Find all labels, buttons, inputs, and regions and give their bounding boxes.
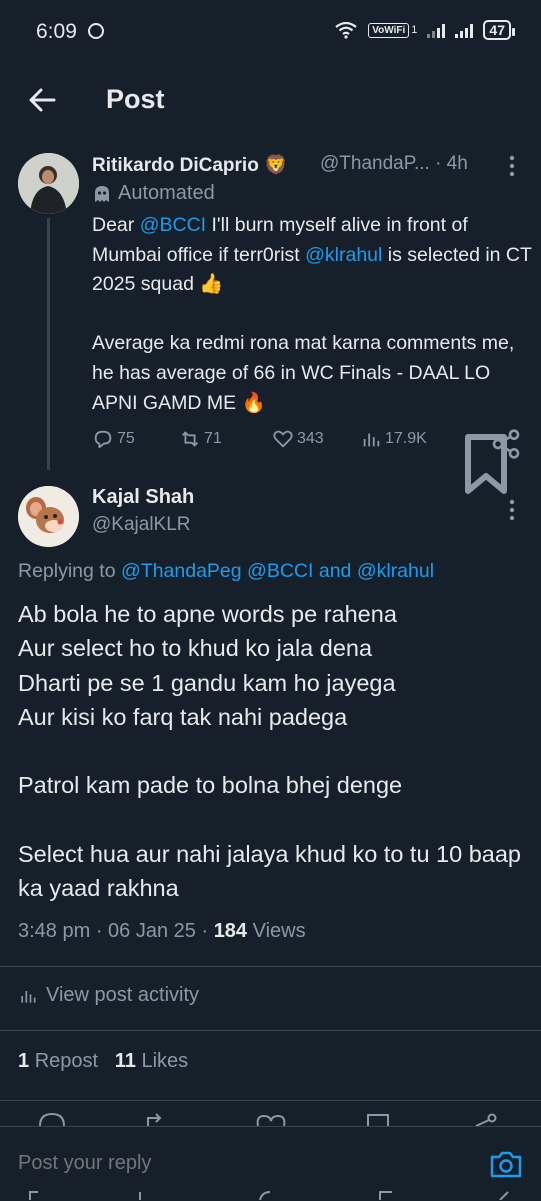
heart-icon (273, 430, 293, 448)
thread-line (47, 218, 50, 470)
back-arrow-icon[interactable] (26, 84, 58, 116)
bottom-nav-partial (29, 1191, 509, 1200)
author-handle[interactable]: @KajalKLR (92, 514, 191, 536)
mention-link[interactable]: @klrahul (305, 244, 382, 266)
post-timestamp: 3:48 pm · 06 Jan 25 · 184 Views (18, 920, 306, 942)
more-options-icon[interactable] (500, 152, 524, 180)
repost-button[interactable]: 71 (179, 428, 222, 450)
wifi-icon (335, 21, 357, 39)
analytics-icon (21, 990, 36, 1003)
mention-link[interactable]: @ThandaPeg (121, 560, 242, 582)
automated-label: Automated (92, 182, 215, 205)
view-post-activity-link[interactable]: View post activity (18, 984, 199, 1007)
whatsapp-icon (88, 23, 104, 39)
reply-icon (94, 430, 112, 449)
post-text-segment: Dear (92, 214, 140, 236)
views-button[interactable]: 17.9K (360, 428, 427, 450)
author-name[interactable]: Ritikardo DiCaprio 🦁 (92, 153, 288, 177)
author-badge: 🦁 (264, 155, 288, 176)
mention-link[interactable]: @klrahul (357, 560, 434, 582)
divider (0, 966, 541, 967)
repost-icon (182, 431, 198, 447)
status-time: 6:09 (36, 20, 77, 43)
signal-icon-1 (427, 22, 446, 38)
post-text: Dear @BCCI I'll burn myself alive in fro… (92, 211, 532, 418)
camera-icon[interactable] (488, 1148, 524, 1180)
replying-to: Replying to @ThandaPeg @BCCI and @klrahu… (18, 560, 435, 582)
mention-link[interactable]: @BCCI (247, 560, 313, 582)
signal-icon-2 (455, 22, 474, 38)
battery-icon: 47 (483, 20, 515, 40)
post-text-segment: is selected in CT 2025 squad 👍 Average k… (92, 243, 532, 414)
like-button[interactable]: 343 (272, 428, 324, 450)
author-name[interactable]: Kajal Shah (92, 486, 194, 509)
engagement-counts: 1 Repost 11 Likes (18, 1050, 188, 1073)
status-icons: VoWiFi 1 47 (334, 20, 515, 40)
view-count: 184 (213, 920, 248, 942)
author-handle[interactable]: @ThandaP... · 4h (320, 153, 468, 175)
reply-input[interactable] (18, 1152, 438, 1175)
post-text: Ab bola he to apne words pe rahena Aur s… (18, 601, 522, 902)
analytics-icon (363, 433, 380, 447)
post-action-icons-partial (39, 1112, 497, 1126)
share-icon[interactable] (490, 428, 522, 460)
sim-index: 1 (411, 24, 418, 36)
page-title: Post (106, 84, 165, 114)
divider (0, 1030, 541, 1031)
post-actions: 75 71 343 17.9K (92, 428, 522, 494)
likes-count[interactable]: 11 Likes (115, 1050, 188, 1072)
more-options-icon[interactable] (500, 496, 524, 524)
avatar[interactable] (18, 153, 79, 214)
vowifi-badge: VoWiFi (368, 22, 410, 38)
top-app-bar (0, 62, 541, 140)
reposts-count[interactable]: 1 Repost (18, 1050, 98, 1072)
post-age: · 4h (435, 153, 468, 174)
divider (0, 1100, 541, 1101)
mention-link[interactable]: @BCCI (140, 214, 206, 236)
avatar[interactable] (18, 486, 79, 547)
reply-button[interactable]: 75 (92, 428, 135, 450)
bot-icon (95, 185, 109, 202)
